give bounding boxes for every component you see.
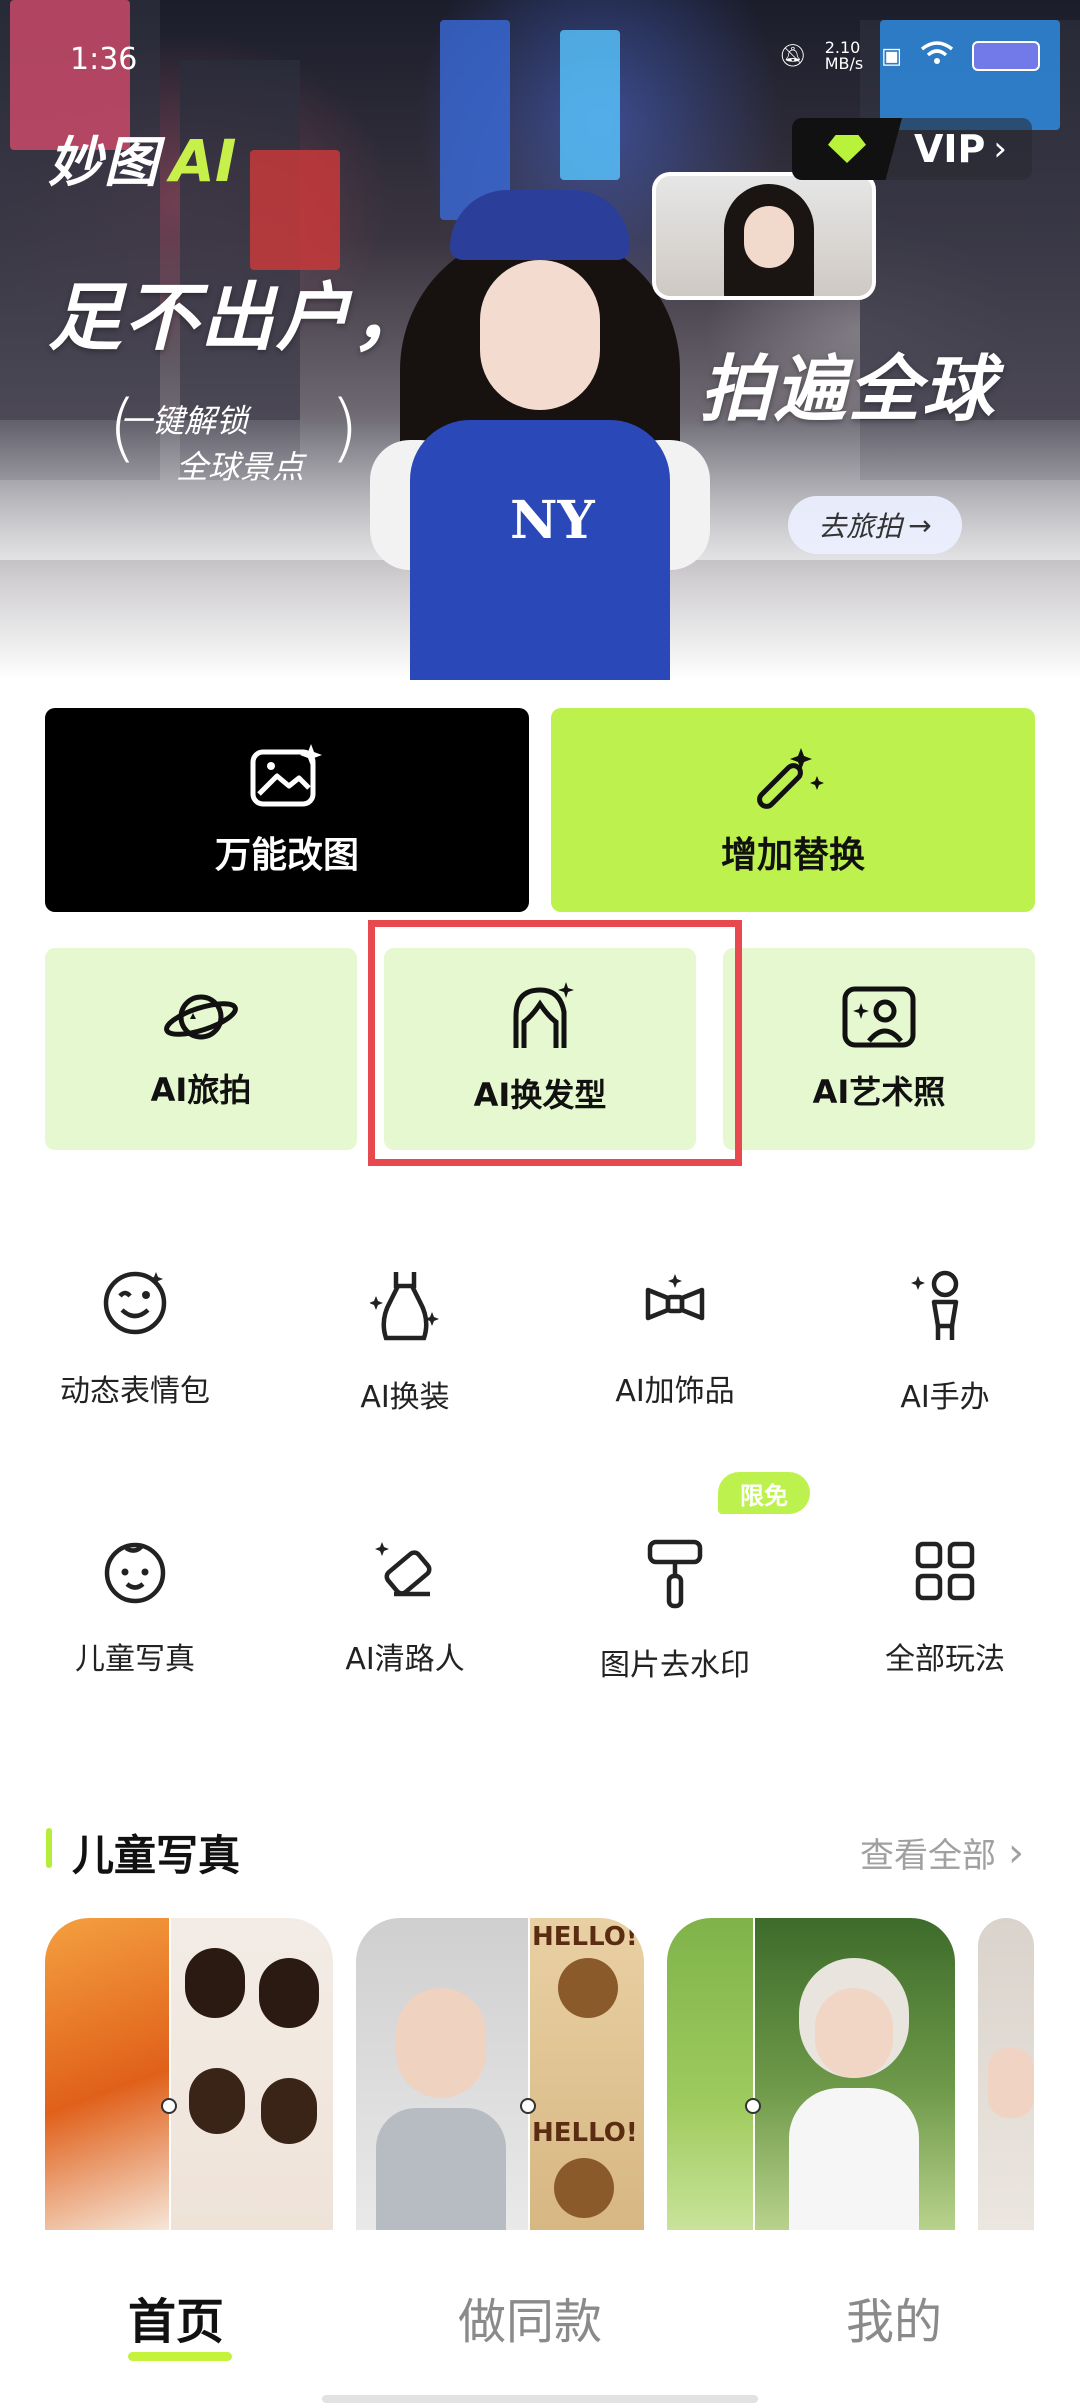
paren-decoration: ) [330,385,359,471]
hero-reference-thumbnail [652,172,876,300]
tool-ai-figurine[interactable]: AI手办 [810,1268,1080,1416]
vip-button[interactable]: VIP › [792,118,1032,180]
view-all-label: 查看全部 [860,1836,996,1876]
go-travel-label: 去旅拍 [818,510,903,543]
template-card[interactable] [45,1918,333,2230]
tool-label: 动态表情包 [60,1374,210,1409]
diamond-icon [792,118,902,180]
view-all-link[interactable]: 查看全部 › [860,1828,1024,1877]
tool-ai-outfit[interactable]: AI换装 [270,1268,540,1416]
tool-label: AI换装 [360,1380,450,1415]
status-time: 1:36 [70,42,138,77]
tool-label: 图片去水印 [600,1648,750,1683]
paint-roller-icon [647,1539,703,1609]
tool-label: 全部玩法 [885,1642,1005,1677]
magic-wand-icon [757,748,824,809]
section-title: 儿童写真 [72,1831,241,1880]
wink-emoji-icon [103,1271,167,1335]
app-logo: 妙图 AI [48,118,236,197]
tool-label: AI清路人 [345,1642,465,1677]
hero-title-right: 拍遍全球 [700,347,997,431]
tool-ai-remove-people[interactable]: AI清路人 [270,1536,540,1678]
hero-subtitle: 一键解锁 全球景点 [120,398,304,490]
hero-sub-line1: 一键解锁 [120,402,249,440]
tool-kids-portrait[interactable]: 儿童写真 [0,1536,270,1678]
photo-overlay-text: HELLO! [532,2118,638,2148]
tool-label: 儿童写真 [75,1642,195,1677]
nav-same-style[interactable]: 做同款 [458,2282,602,2352]
tool-animated-sticker[interactable]: 动态表情包 [0,1268,270,1410]
add-replace-card[interactable]: 增加替换 [551,708,1035,912]
hero-banner[interactable]: NY 1:36 🔕︎ 2.10 MB/s ▣ 妙图 AI VIP › 足不出户，… [0,0,1080,680]
vip-label: VIP [914,127,986,171]
bowtie-icon [645,1274,705,1321]
net-speed: 2.10 MB/s [824,38,864,73]
tool-label: AI加饰品 [615,1374,735,1409]
hero-billboard [560,30,620,180]
hero-sub-line2: 全球景点 [176,448,305,486]
hero-billboard [880,20,1060,130]
ai-travel-label: AI旅拍 [150,1071,252,1109]
nav-mine[interactable]: 我的 [846,2282,942,2352]
chevron-right-icon: › [993,129,1008,169]
status-icons: 🔕︎ 2.10 MB/s ▣ [779,40,1040,72]
chevron-right-icon: › [1008,1829,1024,1876]
photo-overlay-text: HELLO! [532,1922,638,1952]
tool-label: AI手办 [900,1380,990,1415]
add-replace-label: 增加替换 [720,835,865,876]
ai-art-photo-card[interactable]: AI艺术照 [723,948,1035,1150]
tool-remove-watermark[interactable]: 图片去水印 [540,1536,810,1684]
highlight-annotation [368,920,742,1166]
template-card[interactable] [978,1918,1034,2230]
logo-cn: 妙图 [48,131,160,194]
tool-ai-accessory[interactable]: AI加饰品 [540,1268,810,1410]
portrait-frame-icon [842,986,916,1048]
ai-travel-card[interactable]: AI旅拍 [45,948,357,1150]
eraser-icon [375,1542,432,1597]
sim-icon: ▣ [881,43,902,69]
grid-icon [915,1541,975,1601]
figurine-icon [911,1270,959,1340]
hero-title-left: 足不出户， [48,275,428,361]
nav-active-indicator [128,2352,232,2361]
arrow-right-icon: → [908,508,932,542]
nav-home[interactable]: 首页 [128,2282,224,2352]
baby-face-icon [104,1542,166,1604]
wifi-icon [920,40,954,72]
tool-all-features[interactable]: 全部玩法 [810,1536,1080,1678]
home-indicator [322,2395,758,2403]
logo-ai: AI [170,127,237,195]
dress-icon [370,1272,439,1341]
bottom-navigation: 首页 做同款 我的 [0,2240,1080,2408]
hero-billboard [250,150,340,270]
universal-edit-card[interactable]: 万能改图 [45,708,529,912]
image-sparkle-icon [250,744,322,807]
section-accent-bar [46,1828,52,1868]
go-travel-button[interactable]: 去旅拍 → [788,496,962,554]
planet-icon [164,994,238,1040]
mute-icon: 🔕︎ [778,43,807,69]
universal-edit-label: 万能改图 [214,835,359,876]
ai-art-photo-label: AI艺术照 [812,1073,946,1111]
template-card[interactable] [667,1918,955,2230]
battery-icon [972,41,1040,71]
free-badge: 限免 [718,1472,810,1514]
template-card[interactable]: HELLO! HELLO! [356,1918,644,2230]
